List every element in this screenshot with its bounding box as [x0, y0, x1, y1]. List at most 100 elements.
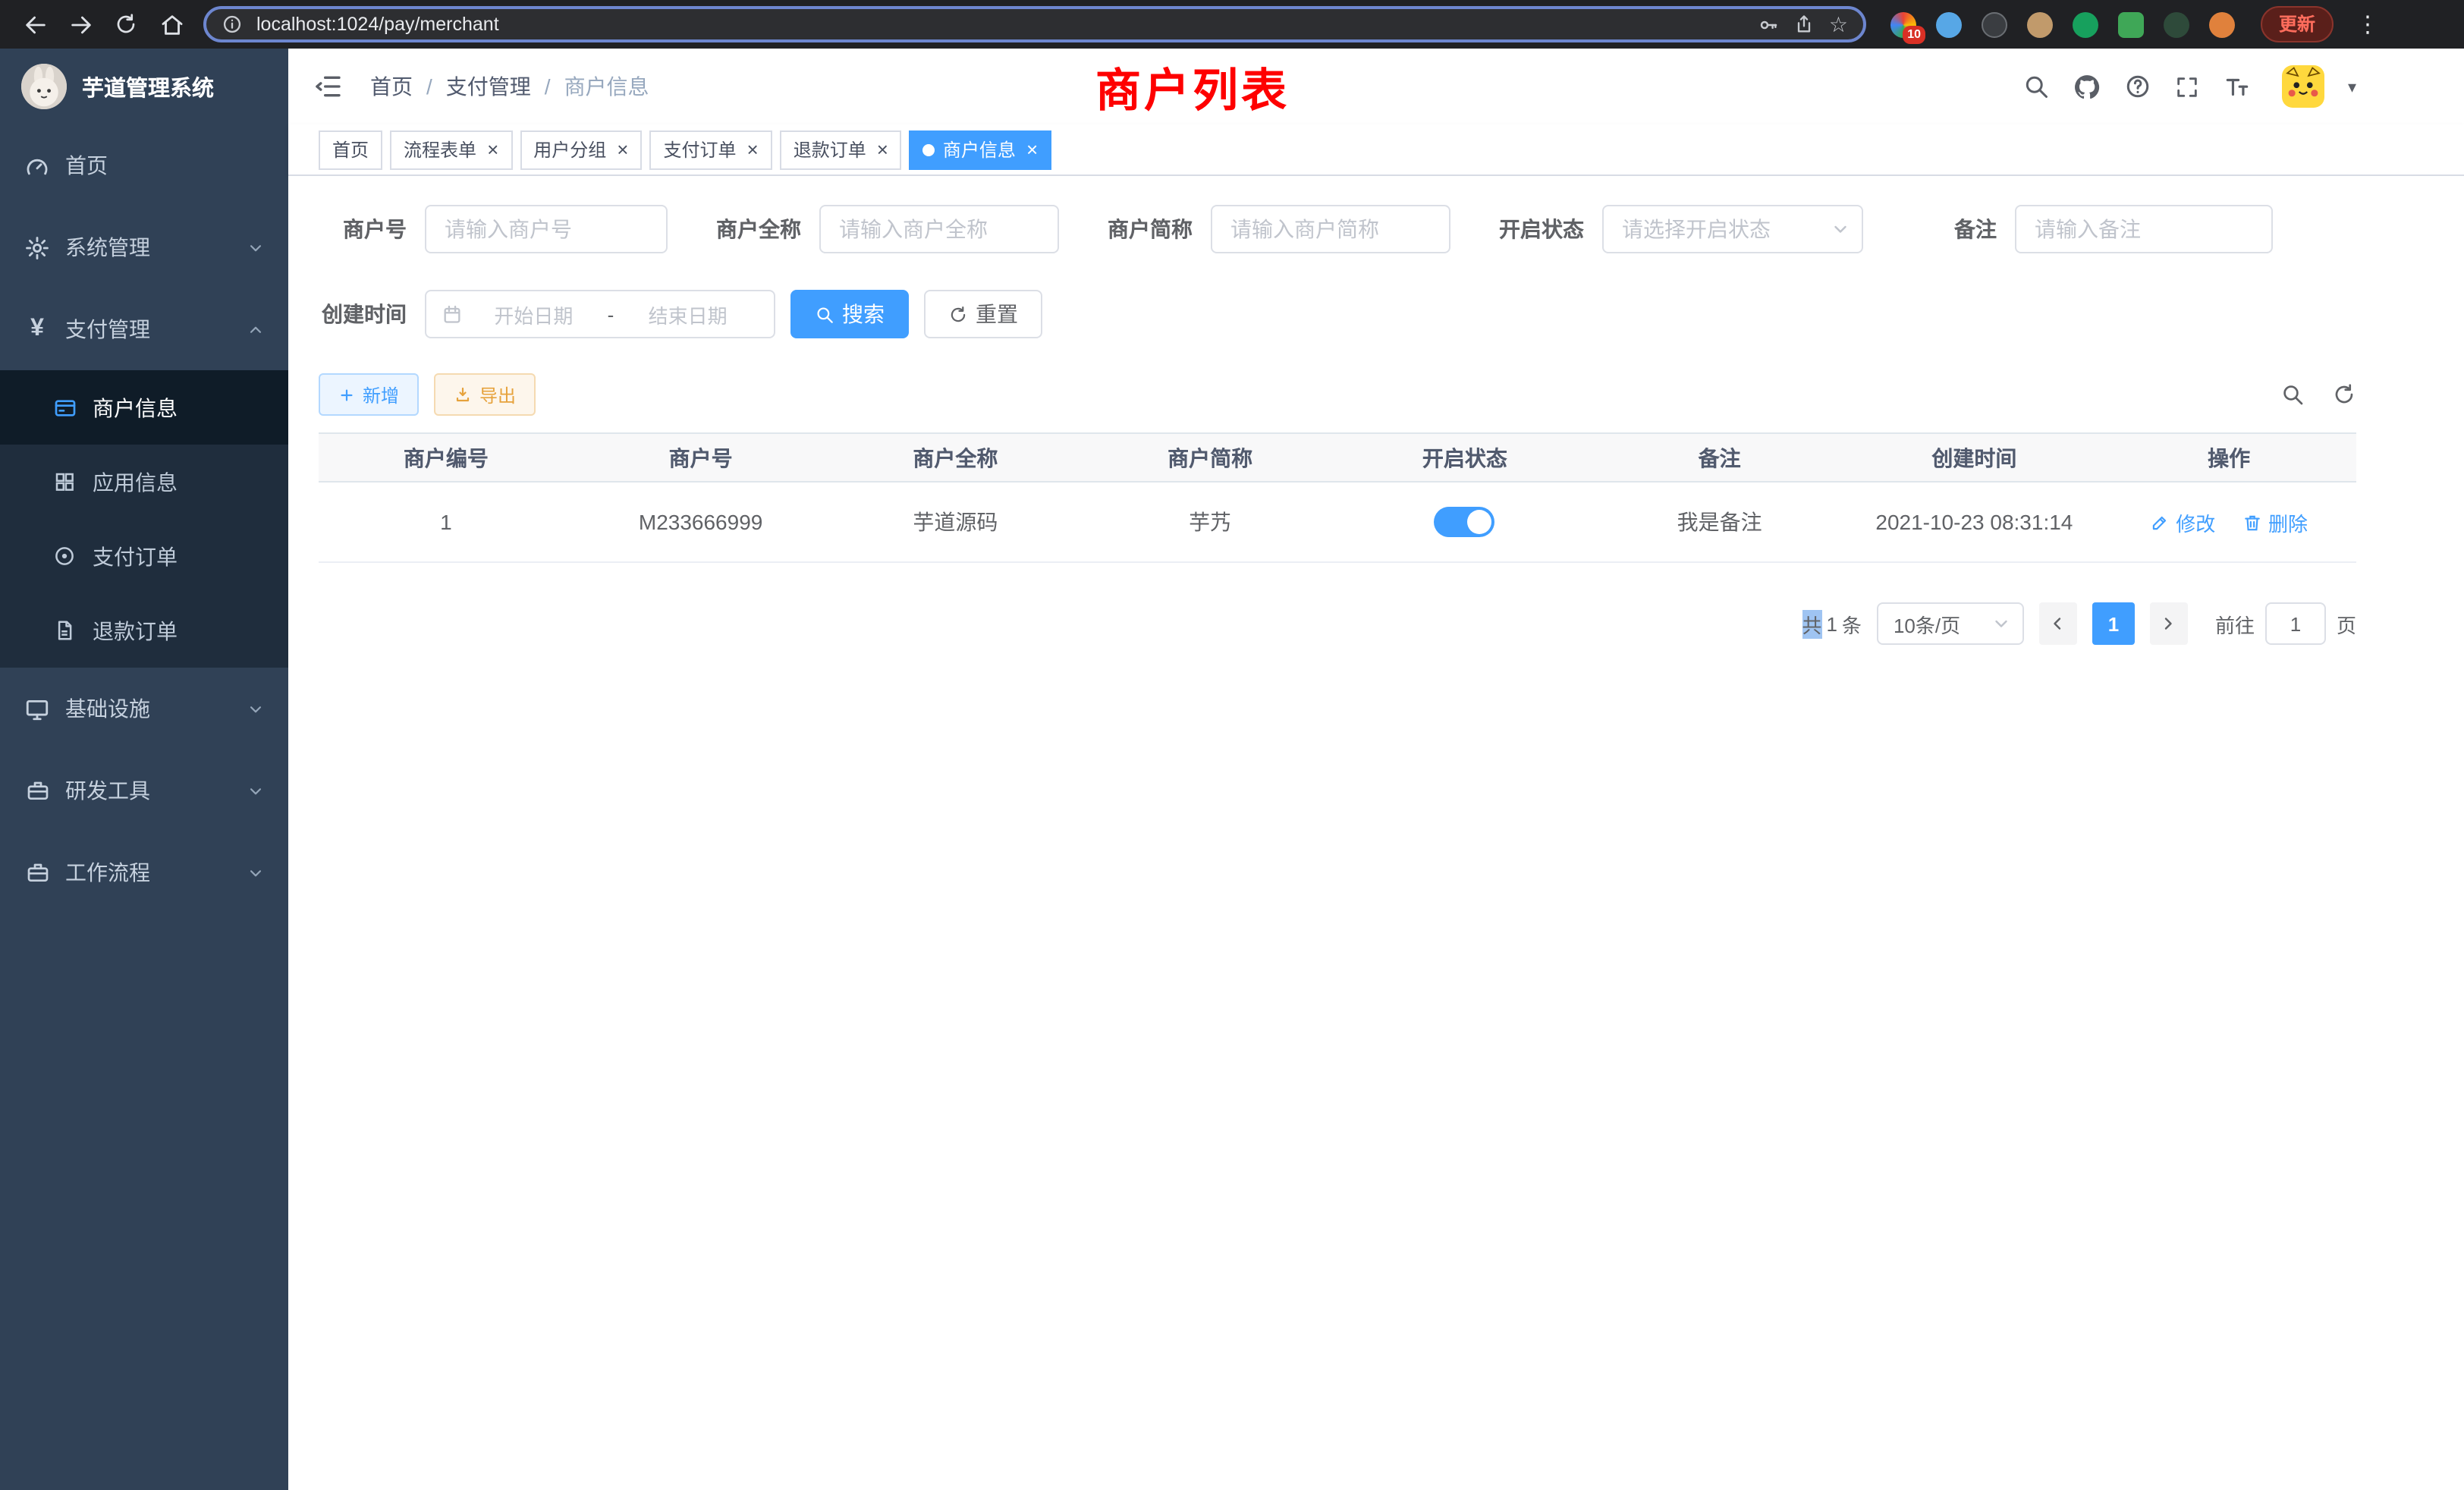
help-doc-icon[interactable]: [2125, 73, 2152, 100]
browser-update-button[interactable]: 更新: [2261, 6, 2334, 42]
refresh-table-icon[interactable]: [2332, 382, 2356, 407]
col-remark: 备注: [1592, 433, 1847, 482]
toggle-search-icon[interactable]: [2280, 382, 2305, 407]
font-size-icon[interactable]: [2224, 72, 2252, 101]
bookmark-star-icon[interactable]: ☆: [1829, 11, 1848, 37]
tab-close-icon[interactable]: ×: [877, 140, 888, 159]
header-search-icon[interactable]: [2023, 73, 2051, 100]
extension-forest-icon[interactable]: [2164, 11, 2189, 37]
address-bar[interactable]: localhost:1024/pay/merchant ☆: [203, 6, 1866, 42]
reset-button[interactable]: 重置: [924, 290, 1042, 338]
goto-page-input[interactable]: [2265, 602, 2326, 645]
sidebar-item-app-info[interactable]: 应用信息: [0, 445, 288, 519]
share-icon[interactable]: [1794, 14, 1815, 35]
page-size-select[interactable]: 10条/页: [1877, 602, 2024, 645]
pagination-total: 共 1 条: [1802, 609, 1862, 638]
extension-avatar-icon[interactable]: [2027, 11, 2053, 37]
export-button[interactable]: 导出: [434, 373, 536, 416]
tab-close-icon[interactable]: ×: [1026, 140, 1038, 159]
tab-refund-order[interactable]: 退款订单 ×: [780, 130, 902, 169]
tab-close-icon[interactable]: ×: [747, 140, 759, 159]
breadcrumb: 首页 / 支付管理 / 商户信息: [370, 71, 649, 102]
goto-label: 前往: [2215, 609, 2255, 638]
merchant-no-input[interactable]: [425, 205, 668, 253]
date-range-picker[interactable]: 开始日期 - 结束日期: [425, 290, 775, 338]
tab-label: 流程表单: [404, 137, 476, 162]
page-content: 商户号 商户全称 商户简称 开启状态 请选择开启状态: [288, 176, 2464, 1490]
field-label: 备注: [1909, 214, 2015, 244]
sidebar-item-payment-management[interactable]: ¥ 支付管理: [0, 288, 288, 370]
tab-pay-order[interactable]: 支付订单 ×: [649, 130, 772, 169]
extension-green-square-icon[interactable]: [2118, 11, 2144, 37]
download-icon: [454, 385, 472, 404]
breadcrumb-current: 商户信息: [564, 71, 649, 102]
breadcrumb-payment[interactable]: 支付管理: [446, 71, 531, 102]
browser-menu-icon[interactable]: ⋮: [2356, 11, 2379, 38]
date-end-placeholder: 结束日期: [617, 300, 759, 328]
total-suffix: 条: [1842, 609, 1862, 638]
target-icon: [52, 543, 77, 569]
current-page-button[interactable]: 1: [2092, 602, 2135, 645]
document-icon: [52, 618, 77, 643]
col-merchant-id: 商户编号: [319, 433, 574, 482]
col-status: 开启状态: [1337, 433, 1592, 482]
filter-full-name: 商户全称: [713, 205, 1059, 253]
extensions-area: 10: [1890, 11, 2235, 37]
browser-forward-button[interactable]: [61, 5, 100, 44]
browser-toolbar: localhost:1024/pay/merchant ☆ 10 更新 ⋮: [0, 0, 2464, 49]
extension-colorful-icon[interactable]: 10: [1890, 11, 1916, 37]
tab-close-icon[interactable]: ×: [617, 140, 628, 159]
status-select[interactable]: 请选择开启状态: [1602, 205, 1863, 253]
sidebar-item-pay-order[interactable]: 支付订单: [0, 519, 288, 593]
field-label: 创建时间: [319, 299, 425, 329]
sidebar-item-label: 商户信息: [93, 392, 178, 423]
avatar-caret-down-icon[interactable]: ▾: [2348, 77, 2356, 96]
site-info-icon[interactable]: [222, 14, 243, 35]
app-logo[interactable]: 芋道管理系统: [0, 49, 288, 124]
tab-process-form[interactable]: 流程表单 ×: [390, 130, 512, 169]
next-page-button[interactable]: [2150, 602, 2188, 645]
chevron-down-icon: [247, 782, 264, 799]
browser-back-button[interactable]: [15, 5, 55, 44]
sidebar-item-label: 首页: [65, 150, 108, 181]
fullscreen-icon[interactable]: [2175, 74, 2201, 99]
delete-link-label: 删除: [2268, 508, 2308, 536]
active-dot: [923, 143, 935, 156]
short-name-input[interactable]: [1211, 205, 1450, 253]
tab-user-group[interactable]: 用户分组 ×: [520, 130, 642, 169]
browser-home-button[interactable]: [152, 5, 191, 44]
edit-link[interactable]: 修改: [2150, 508, 2215, 536]
add-button[interactable]: 新增: [319, 373, 419, 416]
sidebar-item-home[interactable]: 首页: [0, 124, 288, 206]
search-button[interactable]: 搜索: [790, 290, 909, 338]
breadcrumb-home[interactable]: 首页: [370, 71, 413, 102]
browser-reload-button[interactable]: [106, 5, 146, 44]
tab-close-icon[interactable]: ×: [487, 140, 498, 159]
page-size-value: 10条/页: [1894, 609, 1992, 638]
remark-input[interactable]: [2015, 205, 2273, 253]
user-avatar[interactable]: [2283, 65, 2325, 108]
tab-merchant-info[interactable]: 商户信息 ×: [910, 130, 1051, 169]
profile-avatar-icon[interactable]: [2209, 11, 2235, 37]
full-name-input[interactable]: [819, 205, 1059, 253]
delete-link[interactable]: 删除: [2242, 508, 2308, 536]
col-actions: 操作: [2101, 433, 2356, 482]
status-toggle[interactable]: [1435, 507, 1495, 537]
page-unit-label: 页: [2337, 609, 2356, 638]
extension-blue-drop-icon[interactable]: [1936, 11, 1962, 37]
github-icon[interactable]: [2073, 72, 2102, 101]
sidebar-toggle-icon[interactable]: [313, 71, 343, 102]
extension-dark-circle-icon[interactable]: [1982, 11, 2007, 37]
select-placeholder: 请选择开启状态: [1622, 214, 1831, 244]
prev-page-button[interactable]: [2039, 602, 2077, 645]
sidebar-item-dev-tools[interactable]: 研发工具: [0, 750, 288, 831]
tab-home[interactable]: 首页: [319, 130, 382, 169]
sidebar-item-refund-order[interactable]: 退款订单: [0, 593, 288, 668]
sidebar-item-infrastructure[interactable]: 基础设施: [0, 668, 288, 750]
sidebar-item-workflow[interactable]: 工作流程: [0, 831, 288, 913]
password-key-icon[interactable]: [1758, 13, 1780, 36]
sidebar-item-system-management[interactable]: 系统管理: [0, 206, 288, 288]
sidebar-item-merchant-info[interactable]: 商户信息: [0, 370, 288, 445]
edit-icon: [2150, 512, 2170, 532]
extension-green-circle-icon[interactable]: [2073, 11, 2098, 37]
